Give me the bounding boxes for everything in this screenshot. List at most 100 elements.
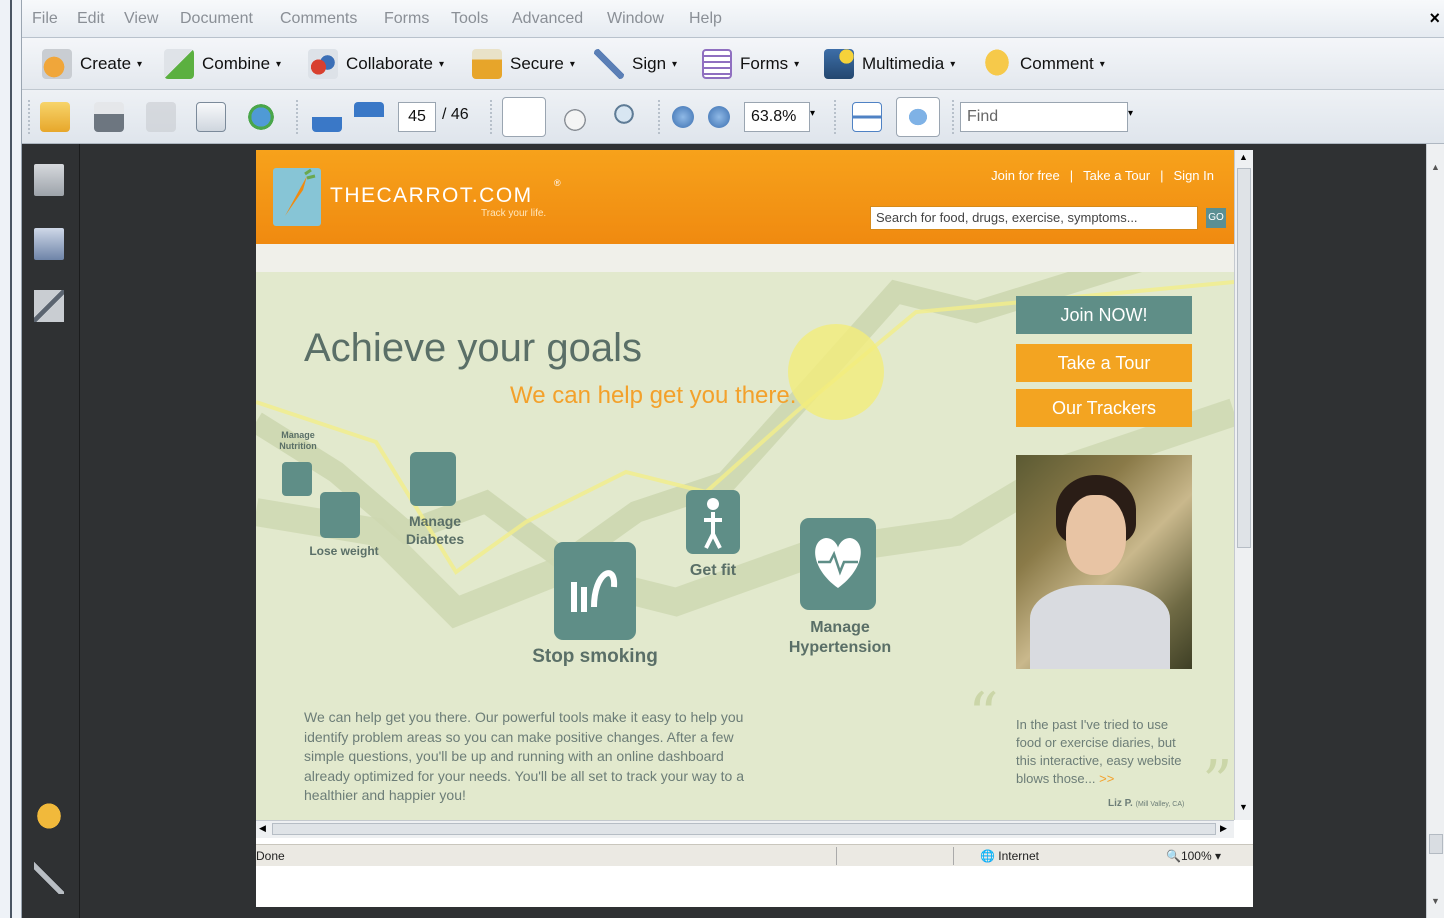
menu-window[interactable]: Window [607,10,664,28]
site-search-input[interactable]: Search for food, drugs, exercise, sympto… [870,206,1198,230]
inner-scroll-up-icon[interactable]: ▲ [1239,152,1248,162]
manage-nutrition-label: Manage Nutrition [279,430,317,451]
window-left-edge [0,0,22,918]
menu-comments[interactable]: Comments [280,10,357,28]
glucose-meter-icon[interactable] [410,452,456,506]
menu-edit[interactable]: Edit [77,10,105,28]
zoom-dropdown-icon[interactable]: ▾ [810,108,815,119]
testimonial-quote: In the past I've tried to use food or ex… [1016,716,1196,788]
forms-caret: ▾ [794,58,800,70]
find-input[interactable]: Find [960,102,1128,132]
menu-forms[interactable]: Forms [384,10,429,28]
marquee-zoom-icon[interactable] [612,102,642,132]
collaborate-label: Collaborate [346,54,433,73]
create-caret: ▾ [137,58,143,70]
combine-caret: ▾ [276,58,282,70]
multimedia-label: Multimedia [862,54,945,73]
page-number-input[interactable]: 45 [398,102,436,132]
zoom-level-input[interactable]: 63.8% [744,102,810,132]
forms-button[interactable]: Forms ▾ [702,46,799,82]
browser-zoom-label: 100% [1180,849,1212,863]
menu-bar: File Edit View Document Comments Forms T… [22,0,1444,38]
inner-scroll-left-icon[interactable]: ◀ [259,823,266,834]
our-trackers-button[interactable]: Our Trackers [1016,389,1192,427]
create-button[interactable]: Create ▾ [42,46,142,82]
pdf-page: THECARROT.COM ® Track your life. Join fo… [256,150,1253,907]
comment-button[interactable]: Comment ▾ [982,46,1105,82]
bookmarks-panel-icon[interactable] [34,228,64,260]
inner-scroll-right-icon[interactable]: ▶ [1220,823,1227,834]
attachments-panel-icon[interactable] [34,862,64,894]
browser-zoom[interactable]: 🔍100% ▾ [1166,849,1221,863]
scale-icon[interactable] [320,492,360,538]
browser-horizontal-scrollbar[interactable]: ◀ ▶ [256,820,1234,838]
join-free-link[interactable]: Join for free [991,168,1060,183]
inner-scroll-down-icon[interactable]: ▼ [1239,802,1248,812]
lock-icon [472,49,502,79]
sign-button[interactable]: Sign ▾ [594,46,677,82]
find-dropdown-icon[interactable]: ▾ [1128,108,1133,119]
create-pdf-icon [42,49,72,79]
print-icon[interactable] [94,102,124,132]
previous-page-icon[interactable] [312,102,342,132]
site-brand[interactable]: THECARROT.COM [330,184,533,208]
fit-width-icon[interactable] [852,102,882,132]
hero-subheadline: We can help get you there. [510,382,797,409]
comment-icon [982,49,1012,79]
menu-file[interactable]: File [32,10,58,28]
document-scrollbar[interactable]: ▲ ▼ [1426,144,1444,918]
testimonial-photo [1016,455,1192,669]
menu-tools[interactable]: Tools [451,10,488,28]
fork-knife-icon[interactable] [282,462,312,496]
open-folder-icon[interactable] [40,102,70,132]
stop-smoking-label: Stop smoking [532,646,658,667]
person-fitness-icon[interactable] [686,490,740,554]
join-now-button[interactable]: Join NOW! [1016,296,1192,334]
zone-label: Internet [998,849,1039,863]
stop-smoking-icon[interactable] [554,542,636,640]
scroll-down-icon[interactable]: ▼ [1431,896,1440,906]
scroll-thumb[interactable] [1429,834,1443,854]
hand-tool-icon[interactable] [560,102,590,132]
comments-panel-icon[interactable] [34,800,64,832]
next-page-icon[interactable] [354,102,384,132]
scroll-up-icon[interactable]: ▲ [1431,162,1440,172]
inner-scroll-thumb[interactable] [1237,168,1251,548]
close-document-button[interactable]: × [1429,8,1440,29]
take-tour-button[interactable]: Take a Tour [1016,344,1192,382]
signatures-panel-icon[interactable] [34,290,64,322]
fit-page-icon[interactable] [896,97,940,137]
menu-view[interactable]: View [124,10,158,28]
heart-monitor-icon[interactable] [800,518,876,610]
collaborate-button[interactable]: Collaborate ▾ [308,46,444,82]
navigation-panel [22,144,80,918]
inner-hscroll-thumb[interactable] [272,823,1216,835]
combine-button[interactable]: Combine ▾ [164,46,281,82]
menu-advanced[interactable]: Advanced [512,10,583,28]
email-icon[interactable] [196,102,226,132]
combine-icon [164,49,194,79]
menu-help[interactable]: Help [689,10,722,28]
status-text: Done [256,849,285,863]
author-name: Liz P. [1108,798,1133,809]
multimedia-button[interactable]: Multimedia ▾ [824,46,955,82]
registered-mark: ® [554,178,561,188]
toolbar-separator [490,100,492,134]
menu-document[interactable]: Document [180,10,253,28]
pages-panel-icon[interactable] [34,164,64,196]
select-tool-icon[interactable] [502,97,546,137]
zoom-out-icon[interactable] [672,106,694,128]
upload-icon[interactable] [246,102,276,132]
search-go-button[interactable]: GO [1206,208,1226,228]
read-more-link[interactable]: >> [1099,771,1114,786]
pen-icon [594,49,624,79]
site-tagline: Track your life. [481,208,547,219]
browser-vertical-scrollbar[interactable]: ▲ ▼ [1234,150,1253,820]
secure-button[interactable]: Secure ▾ [472,46,575,82]
zoom-in-icon[interactable] [708,106,730,128]
open-quote-icon: “ [968,680,999,750]
save-icon[interactable] [146,102,176,132]
comment-label: Comment [1020,54,1094,73]
sign-in-link[interactable]: Sign In [1174,168,1214,183]
take-tour-link[interactable]: Take a Tour [1083,168,1150,183]
